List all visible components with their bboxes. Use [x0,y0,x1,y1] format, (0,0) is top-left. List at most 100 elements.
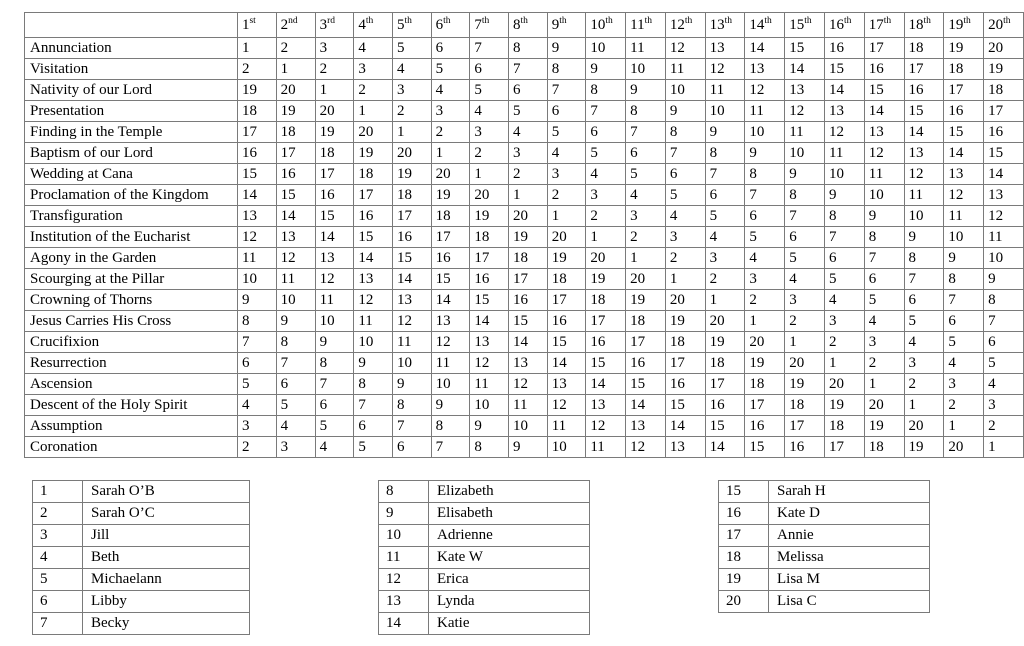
assignment-cell: 9 [275,310,316,332]
legend-table-2-body: 8 Elizabeth 9 Elisabeth 10 Adrienne 11 Kate W 12… [378,480,590,635]
assignment-cell: 8 [943,268,985,290]
assignment-cell: 19 [664,310,706,332]
table-row: Assumption 3 4 5 6 7 8 9 10 11 12 13 14 15 16 17 18 19 20 1… [24,415,1024,437]
column-header-13th: 13th [704,12,746,38]
assignment-cell: 9 [704,121,746,143]
legend-name: Sarah H [768,480,930,503]
column-header-8th: 8th [508,12,548,38]
assignment-cell: 18 [823,415,865,437]
assignment-cell: 11 [625,37,666,59]
assignment-cell: 13 [392,289,432,311]
table-header-row: 1st 2nd 3rd 4th 5th 6th 7th 8th 9th 10th 11th 12th 1… [24,12,1024,38]
mystery-label: Assumption [24,415,238,437]
assignment-cell: 19 [863,415,905,437]
mystery-label: Coronation [24,436,238,458]
assignment-cell: 12 [625,436,666,458]
legend-name: Kate D [768,502,930,525]
assignment-cell: 14 [314,226,355,248]
mystery-label: Visitation [24,58,238,80]
rotation-table-container: 1st 2nd 3rd 4th 5th 6th 7th 8th 9th 10th 11th 12th 1… [24,12,1024,458]
assignment-cell: 10 [469,394,510,416]
assignment-cell: 12 [392,310,432,332]
column-header-12th: 12th [664,12,706,38]
legend-name: Elizabeth [428,480,590,503]
assignment-cell: 12 [863,142,905,164]
assignment-cell: 11 [508,394,548,416]
assignment-cell: 15 [903,100,945,122]
legend-number: 6 [32,590,83,613]
assignment-cell: 2 [744,289,786,311]
legend-row: 4 Beth [32,546,250,569]
assignment-cell: 10 [546,436,587,458]
assignment-cell: 18 [275,121,316,143]
assignment-cell: 3 [784,289,825,311]
assignment-cell: 2 [585,205,627,227]
assignment-cell: 19 [236,79,277,101]
assignment-cell: 4 [784,268,825,290]
assignment-cell: 18 [236,100,277,122]
assignment-cell: 8 [275,331,316,353]
rotation-table-body: Annunciation 1 2 3 4 5 6 7 8 9 10 11 12 13 14 15 16 17 18 1… [24,37,1024,458]
column-header-19th: 19th [943,12,985,38]
assignment-cell: 3 [664,226,706,248]
assignment-cell: 17 [863,37,905,59]
assignment-cell: 3 [392,79,432,101]
assignment-cell: 9 [430,394,471,416]
assignment-cell: 1 [275,58,316,80]
legend-row: 7 Becky [32,612,250,635]
assignment-cell: 7 [546,79,587,101]
assignment-cell: 8 [236,310,277,332]
ordinal-suffix: th [684,15,693,26]
assignment-cell: 3 [823,310,865,332]
assignment-cell: 16 [863,58,905,80]
assignment-cell: 18 [744,373,786,395]
legend-name: Elisabeth [428,502,590,525]
assignment-cell: 7 [585,100,627,122]
ordinal-suffix: th [804,15,812,26]
assignment-cell: 1 [863,373,905,395]
column-header-6th: 6th [430,12,471,38]
assignment-cell: 8 [784,184,825,206]
assignment-cell: 2 [863,352,905,374]
assignment-cell: 13 [903,142,945,164]
ordinal-suffix: th [481,15,490,26]
assignment-cell: 13 [353,268,393,290]
assignment-cell: 17 [392,205,432,227]
legend-number: 17 [718,524,769,547]
column-header-3rd: 3rd [314,12,355,38]
assignment-cell: 20 [863,394,905,416]
assignment-cell: 6 [625,142,666,164]
legend-name: Libby [82,590,250,613]
assignment-cell: 8 [469,436,510,458]
assignment-cell: 2 [625,226,666,248]
assignment-cell: 3 [508,142,548,164]
mystery-label: Proclamation of the Kingdom [24,184,238,206]
assignment-cell: 4 [704,226,746,248]
assignment-cell: 17 [275,142,316,164]
assignment-cell: 18 [430,205,471,227]
assignment-cell: 15 [236,163,277,185]
assignment-cell: 9 [943,247,985,269]
assignment-cell: 1 [353,100,393,122]
assignment-cell: 4 [585,163,627,185]
assignment-cell: 2 [236,58,277,80]
assignment-cell: 12 [585,415,627,437]
assignment-cell: 2 [392,100,432,122]
legend-row: 8 Elizabeth [378,480,590,503]
assignment-cell: 10 [353,331,393,353]
assignment-cell: 3 [903,352,945,374]
assignment-cell: 16 [508,289,548,311]
assignment-cell: 7 [784,205,825,227]
assignment-cell: 16 [744,415,786,437]
assignment-cell: 12 [469,352,510,374]
assignment-cell: 2 [314,58,355,80]
legend-number: 19 [718,568,769,591]
assignment-cell: 13 [784,79,825,101]
assignment-cell: 12 [314,268,355,290]
assignment-cell: 9 [664,100,706,122]
assignment-cell: 5 [664,184,706,206]
assignment-cell: 11 [903,184,945,206]
assignment-cell: 15 [625,373,666,395]
assignment-cell: 20 [664,289,706,311]
mystery-label: Resurrection [24,352,238,374]
